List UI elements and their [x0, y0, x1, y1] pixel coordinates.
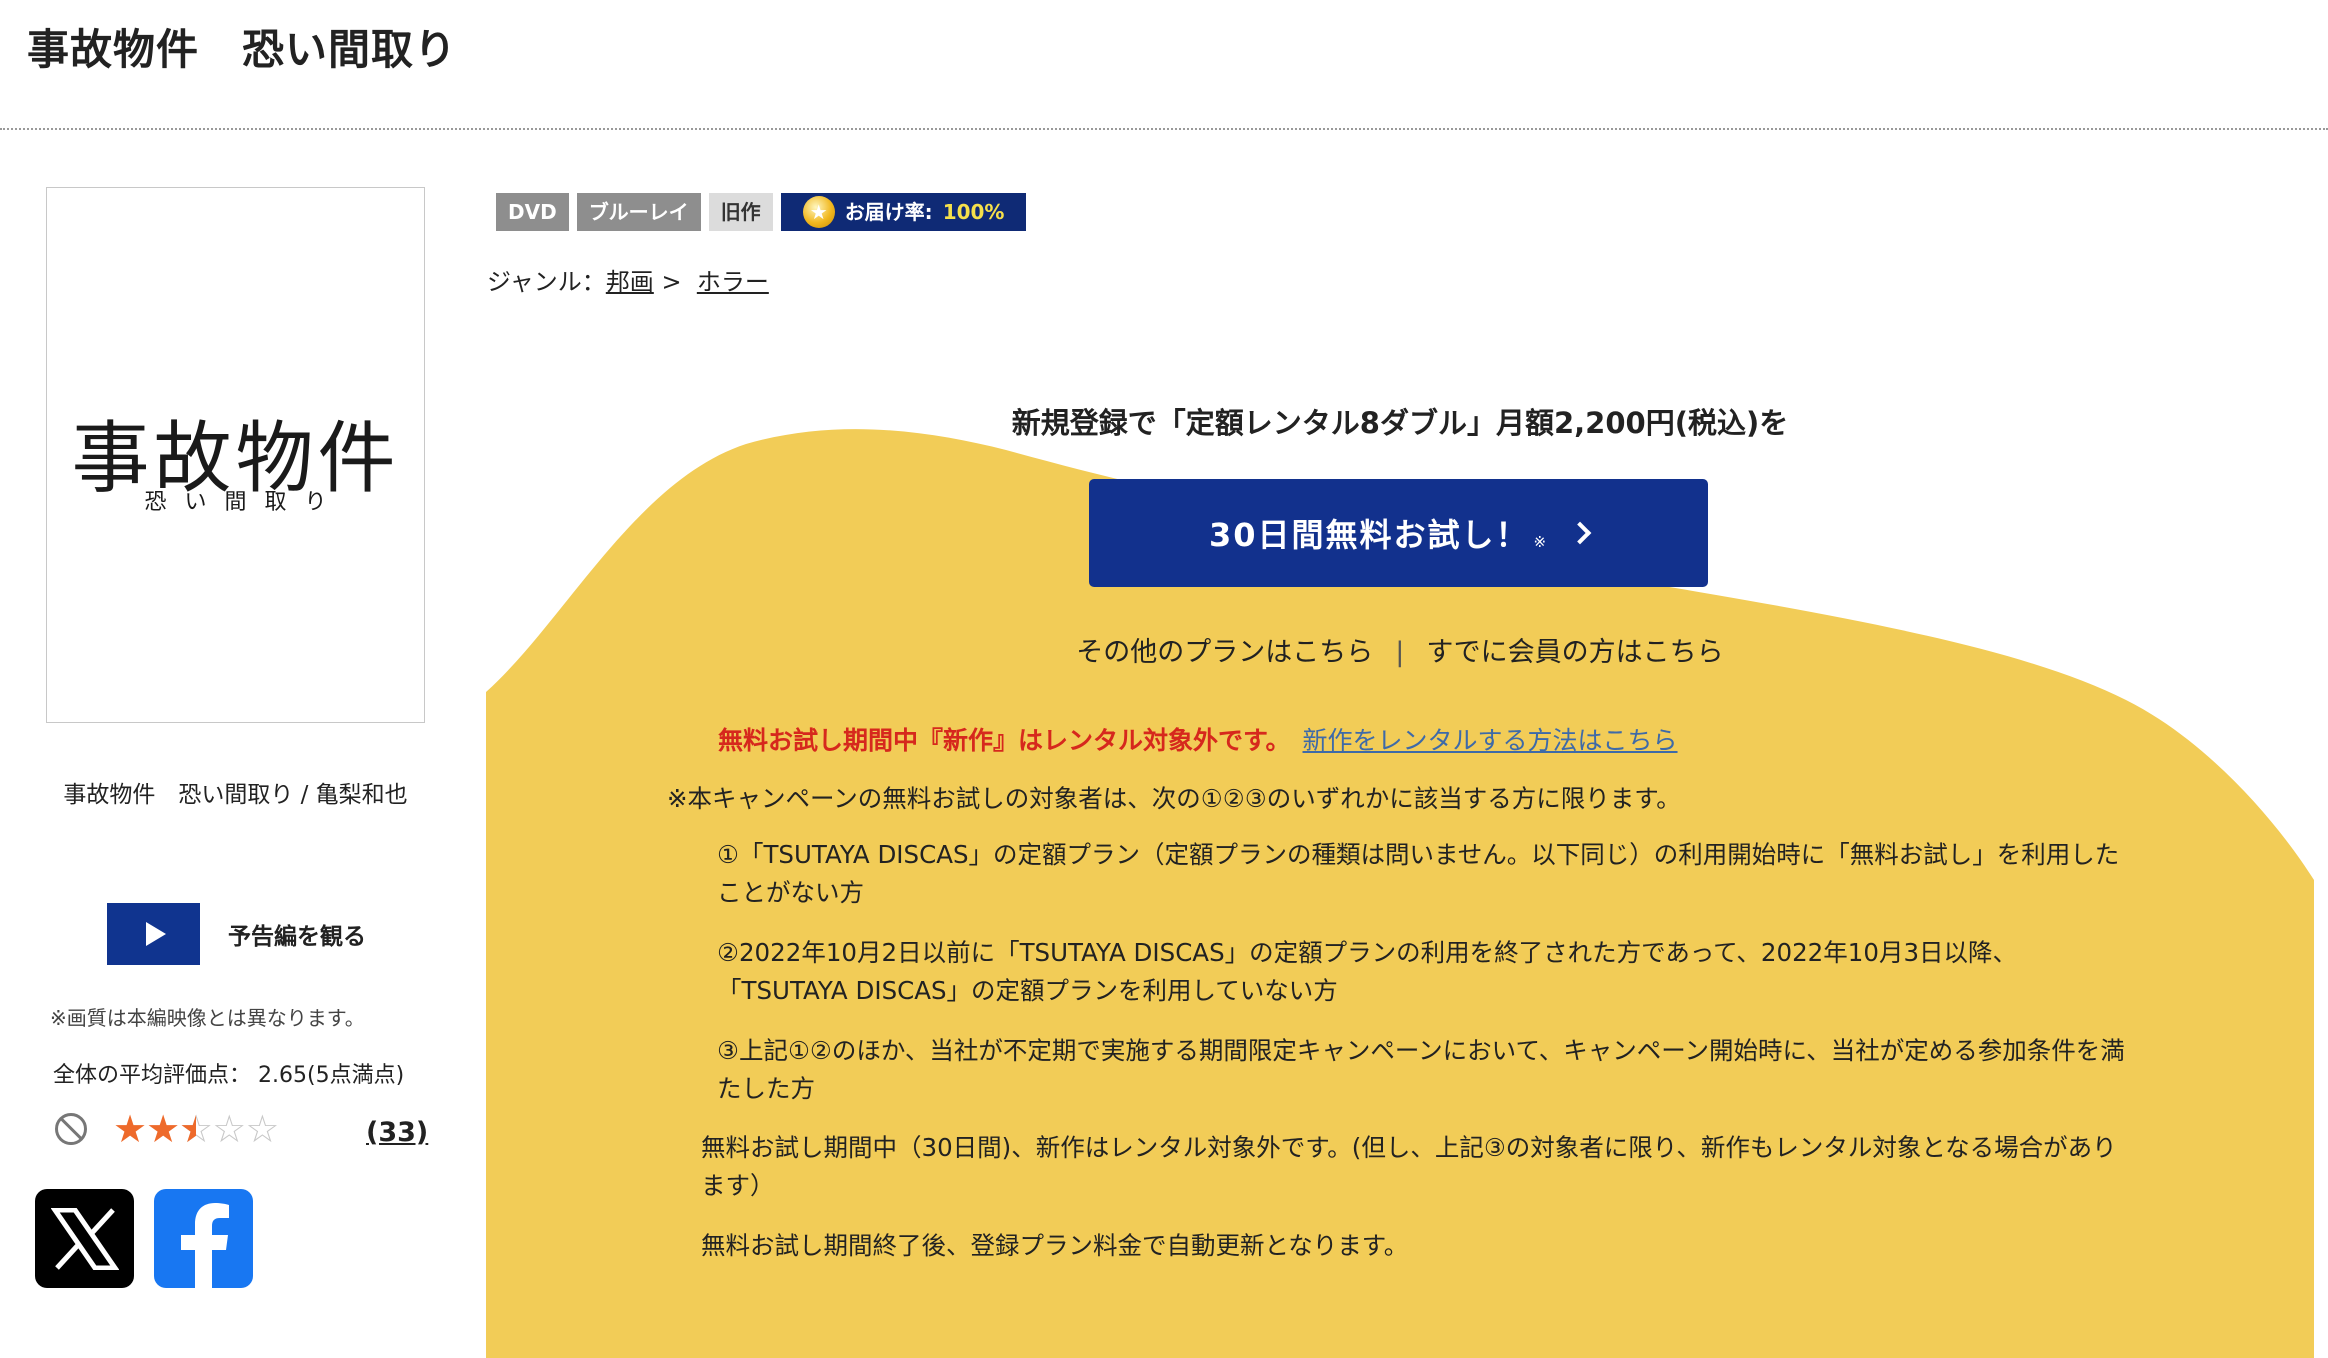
chevron-right-icon — [1568, 521, 1592, 545]
star-medal-icon: ★ — [802, 196, 835, 228]
badge-bluray: ブルーレイ — [576, 193, 701, 231]
genre-link-1[interactable]: 邦画 — [606, 268, 654, 296]
conditions-intro: ※本キャンペーンの無料お試しの対象者は、次の①②③のいずれかに該当する方に限りま… — [667, 784, 1681, 813]
genre-breadcrumb: ジャンル：邦画 > ホラー — [487, 262, 769, 297]
trailer-label[interactable]: 予告編を観る — [228, 917, 366, 951]
condition-item: ②2022年10月2日以前に「TSUTAYA DISCAS」の定額プランの利用を… — [717, 938, 2018, 1005]
trailer-button[interactable]: 予告編を観る — [107, 903, 366, 965]
jacket-subtitle-art: 恐い間取り — [144, 490, 345, 515]
new-release-warning: 無料お試し期間中『新作』はレンタル対象外です。 新作をレンタルする方法はこちら — [718, 721, 1678, 757]
promo-headline: 新規登録で「定額レンタル8ダブル」月額2,200円(税込)を — [1011, 406, 1789, 440]
member-login-link[interactable]: すでに会員の方はこちら — [1426, 637, 1723, 668]
rating-score: 2.65(5点満点) — [258, 1063, 405, 1088]
warning-text: 無料お試し期間中『新作』はレンタル対象外です。 — [718, 726, 1291, 755]
condition-item: ③上記①②のほか、当社が不定期で実施する期間限定キャンペーンにおいて、キャンペー… — [717, 1036, 2125, 1103]
rating-label: 全体の平均評価点： — [53, 1063, 252, 1088]
page-title: 事故物件 恐い間取り — [27, 25, 458, 74]
product-badges: DVD ブルーレイ 旧作 ★ お届け率: 100% — [496, 193, 1027, 231]
free-trial-label[interactable]: 30日間無料お試し！ — [1209, 510, 1530, 556]
star-empty-icon: ☆ — [245, 1107, 279, 1151]
star-icon: ★ — [146, 1107, 180, 1151]
star-empty-icon: ☆ — [212, 1107, 246, 1151]
genre-link-2[interactable]: ホラー — [697, 268, 769, 296]
star-icon: ★ — [113, 1107, 147, 1151]
badge-dvd: DVD — [496, 193, 569, 231]
badge-delivery-rate: ★ お届け率: 100% — [780, 193, 1027, 231]
new-release-rental-link[interactable]: 新作をレンタルする方法はこちら — [1303, 726, 1678, 755]
star-rating: ★★☆★☆☆ — [113, 1107, 279, 1151]
x-share-button[interactable] — [35, 1189, 134, 1288]
genre-label: ジャンル： — [487, 268, 606, 296]
other-plans-link[interactable]: その他のプランはこちら — [1076, 637, 1373, 668]
link-separator: | — [1395, 637, 1405, 668]
plan-links: その他のプランはこちら | すでに会員の方はこちら — [486, 630, 2314, 669]
badge-old-release: 旧作 — [708, 193, 773, 231]
free-trial-button[interactable]: 30日間無料お試し！ ※ — [1089, 479, 1708, 587]
facebook-icon — [180, 1203, 229, 1288]
x-icon — [50, 1207, 119, 1270]
jacket-image[interactable]: 事故物件 恐い間取り — [46, 187, 425, 723]
review-count[interactable]: (33) — [366, 1117, 428, 1148]
genre-separator: > — [661, 268, 682, 296]
star-half-icon: ☆★ — [179, 1107, 213, 1151]
play-icon[interactable] — [107, 903, 200, 965]
condition-item: ①「TSUTAYA DISCAS」の定額プラン（定額プランの種類は問いません。以… — [717, 840, 2120, 907]
delivery-label: お届け率: — [844, 200, 933, 224]
average-rating: 全体の平均評価点： 2.65(5点満点) — [53, 1057, 404, 1089]
jacket-caption: 事故物件 恐い間取り / 亀梨和也 — [63, 782, 408, 808]
free-trial-note-mark: ※ — [1533, 533, 1547, 551]
trial-new-release-note: 無料お試し期間中（30日間)、新作はレンタル対象外です。(但し、上記③の対象者に… — [701, 1133, 2117, 1200]
ban-icon[interactable] — [55, 1113, 87, 1145]
auto-renewal-note: 無料お試し期間終了後、登録プラン料金で自動更新となります。 — [701, 1231, 1409, 1260]
image-quality-note: ※画質は本編映像とは異なります。 — [50, 1006, 365, 1030]
title-divider — [0, 128, 2328, 130]
review-count-link[interactable]: (33) — [366, 1117, 428, 1148]
facebook-share-button[interactable] — [154, 1189, 253, 1288]
delivery-value: 100% — [942, 200, 1005, 224]
